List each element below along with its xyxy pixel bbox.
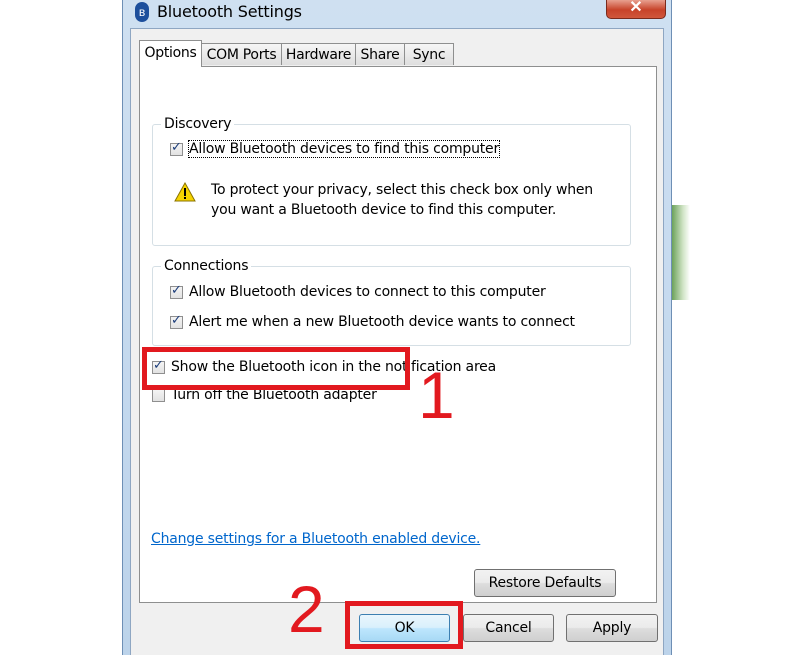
bluetooth-icon: ʙ xyxy=(135,2,149,22)
privacy-warning-line2: you want a Bluetooth device to find this… xyxy=(211,202,557,218)
discovery-group-title: Discovery xyxy=(161,116,235,132)
apply-button[interactable]: Apply xyxy=(566,614,658,642)
tab-options[interactable]: Options xyxy=(139,40,202,67)
dialog-client-area: Options COM Ports Hardware Share Sync Di… xyxy=(130,28,664,655)
alert-me-label[interactable]: Alert me when a new Bluetooth device wan… xyxy=(189,314,575,330)
background-left xyxy=(0,0,122,655)
change-settings-link[interactable]: Change settings for a Bluetooth enabled … xyxy=(151,531,481,547)
tab-share[interactable]: Share xyxy=(355,43,405,65)
turn-off-adapter-checkbox[interactable] xyxy=(152,388,165,402)
alert-me-checkbox-row[interactable]: Alert me when a new Bluetooth device wan… xyxy=(170,313,575,330)
step1-label: 1 xyxy=(418,358,455,432)
cancel-button[interactable]: Cancel xyxy=(463,614,554,642)
options-panel: Discovery Allow Bluetooth devices to fin… xyxy=(139,66,657,603)
tab-com-ports[interactable]: COM Ports xyxy=(201,43,282,65)
allow-connect-label[interactable]: Allow Bluetooth devices to connect to th… xyxy=(189,284,546,300)
discovery-group: Discovery Allow Bluetooth devices to fin… xyxy=(152,116,631,246)
allow-connect-checkbox[interactable] xyxy=(170,283,183,299)
step2-highlight-box xyxy=(345,601,463,649)
allow-connect-checkbox-row[interactable]: Allow Bluetooth devices to connect to th… xyxy=(170,283,546,300)
title-bar[interactable]: ʙ Bluetooth Settings ✕ xyxy=(123,0,671,28)
background-green-edge xyxy=(672,205,690,300)
restore-defaults-button[interactable]: Restore Defaults xyxy=(474,569,616,597)
step1-highlight-box xyxy=(142,347,410,390)
alert-me-checkbox[interactable] xyxy=(170,313,183,329)
connections-group-title: Connections xyxy=(161,258,252,274)
allow-find-checkbox[interactable] xyxy=(170,140,183,156)
close-icon: ✕ xyxy=(629,0,643,16)
bluetooth-settings-window: ʙ Bluetooth Settings ✕ Options COM Ports… xyxy=(122,0,672,655)
privacy-warning-line1: To protect your privacy, select this che… xyxy=(211,182,593,198)
allow-find-label[interactable]: Allow Bluetooth devices to find this com… xyxy=(187,140,501,158)
close-button[interactable]: ✕ xyxy=(606,0,666,19)
connections-group: Connections Allow Bluetooth devices to c… xyxy=(152,258,631,346)
background-right xyxy=(672,0,800,655)
tab-hardware[interactable]: Hardware xyxy=(281,43,356,65)
step2-label: 2 xyxy=(288,572,325,646)
allow-find-checkbox-row[interactable]: Allow Bluetooth devices to find this com… xyxy=(170,140,501,158)
tab-sync[interactable]: Sync xyxy=(404,43,454,65)
warning-icon xyxy=(174,182,196,202)
window-title: Bluetooth Settings xyxy=(157,2,302,21)
